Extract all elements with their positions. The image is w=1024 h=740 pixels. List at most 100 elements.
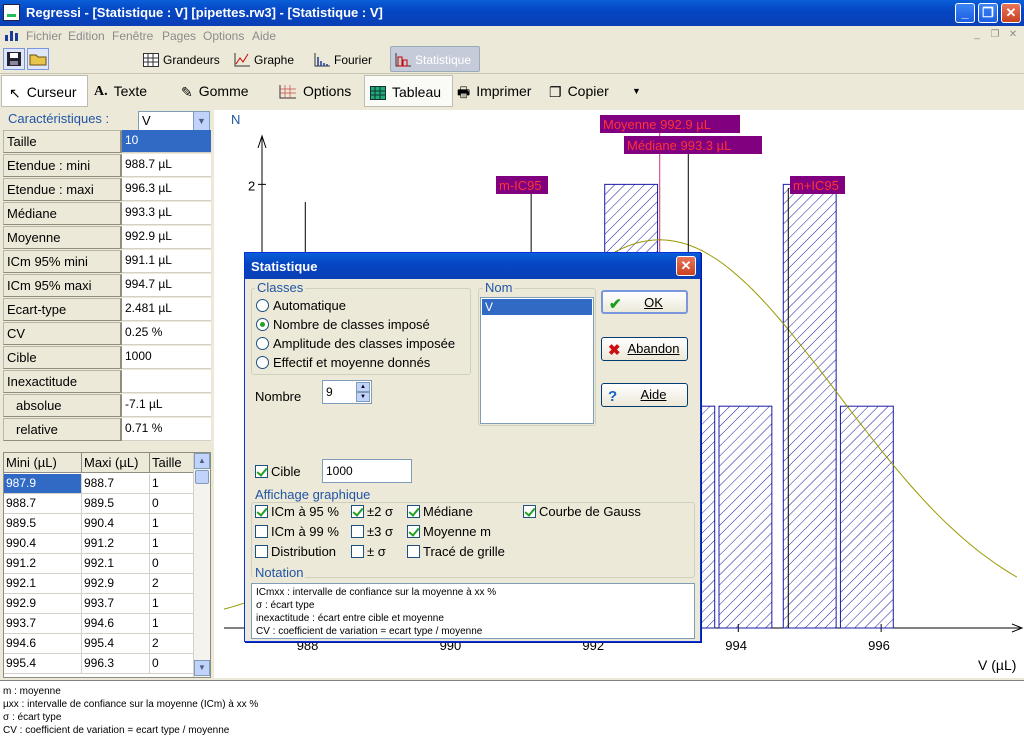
spin-up-icon[interactable]: ▲ — [356, 382, 370, 392]
checkbox-icon[interactable] — [351, 525, 364, 538]
table-row[interactable]: 988.7 989.5 0 — [4, 494, 194, 514]
table-cell[interactable]: 993.7 — [4, 614, 82, 634]
radio-automatique[interactable]: Automatique — [256, 298, 346, 314]
checkbox-icon[interactable] — [407, 545, 420, 558]
table-cell[interactable]: 1 — [150, 534, 194, 554]
checkbox-icon[interactable] — [255, 545, 268, 558]
stat-row[interactable]: Ecart-type 2.481 µL — [3, 298, 211, 322]
table-row[interactable]: 994.6 995.4 2 — [4, 634, 194, 654]
col-header-maxi[interactable]: Maxi (µL) — [82, 453, 150, 473]
stat-value[interactable]: 988.7 µL — [122, 154, 211, 177]
table-cell[interactable]: 991.2 — [82, 534, 150, 554]
table-cell[interactable]: 1 — [150, 614, 194, 634]
radio-checked-icon[interactable] — [256, 318, 269, 331]
table-cell[interactable]: 989.5 — [4, 514, 82, 534]
stat-value[interactable]: -7.1 µL — [122, 394, 211, 417]
stat-value[interactable]: 0.25 % — [122, 322, 211, 345]
nom-list[interactable]: V — [480, 297, 594, 424]
grandeurs-button[interactable]: Grandeurs — [143, 47, 220, 71]
table-cell[interactable]: 989.5 — [82, 494, 150, 514]
stat-value[interactable] — [122, 370, 211, 393]
check-grille[interactable]: Tracé de grille — [407, 544, 505, 560]
stat-value[interactable]: 993.3 µL — [122, 202, 211, 225]
stat-row[interactable]: Cible 1000 — [3, 346, 211, 370]
stat-row[interactable]: Etendue : maxi 996.3 µL — [3, 178, 211, 202]
table-row[interactable]: 990.4 991.2 1 — [4, 534, 194, 554]
table-cell[interactable]: 994.6 — [4, 634, 82, 654]
graphe-button[interactable]: Graphe — [234, 47, 294, 71]
radio-nombre-classes[interactable]: Nombre de classes imposé — [256, 317, 430, 333]
abandon-button[interactable]: ✖ Abandon — [601, 337, 688, 361]
nombre-spinner[interactable]: 9 ▲ ▼ — [322, 380, 372, 404]
dialog-close-button[interactable]: ✕ — [676, 256, 696, 276]
table-row[interactable]: 995.4 996.3 0 — [4, 654, 194, 674]
curseur-button[interactable]: ↖ Curseur — [1, 75, 88, 107]
check-pms[interactable]: ± σ — [351, 544, 386, 560]
table-cell[interactable]: 2 — [150, 574, 194, 594]
check-gauss[interactable]: Courbe de Gauss — [523, 504, 641, 520]
stat-value[interactable]: 992.9 µL — [122, 226, 211, 249]
table-cell[interactable]: 992.1 — [4, 574, 82, 594]
checkbox-icon[interactable] — [255, 505, 268, 518]
class-table-scrollbar[interactable]: ▲ ▼ — [193, 453, 210, 677]
scroll-down-icon[interactable]: ▼ — [194, 660, 210, 676]
scroll-thumb[interactable] — [195, 470, 209, 484]
check-mediane[interactable]: Médiane — [407, 504, 473, 520]
checkbox-icon[interactable] — [407, 525, 420, 538]
table-cell[interactable]: 1 — [150, 594, 194, 614]
checkbox-icon[interactable] — [255, 465, 268, 478]
table-cell[interactable]: 994.6 — [82, 614, 150, 634]
stat-row[interactable]: ICm 95% mini 991.1 µL — [3, 250, 211, 274]
check-icm95[interactable]: ICm à 95 % — [255, 504, 339, 520]
mdi-minimize-icon[interactable]: _ — [970, 29, 984, 41]
close-button[interactable]: ✕ — [1001, 3, 1021, 23]
save-icon[interactable] — [3, 48, 25, 70]
check-pm2s[interactable]: ±2 σ — [351, 504, 393, 520]
table-row[interactable]: 992.1 992.9 2 — [4, 574, 194, 594]
stat-value[interactable]: 994.7 µL — [122, 274, 211, 297]
table-cell[interactable]: 995.4 — [82, 634, 150, 654]
stat-row[interactable]: CV 0.25 % — [3, 322, 211, 346]
stat-row[interactable]: Inexactitude — [3, 370, 211, 394]
stat-row[interactable]: relative 0.71 % — [3, 418, 211, 442]
checkbox-icon[interactable] — [351, 545, 364, 558]
radio-icon[interactable] — [256, 356, 269, 369]
cible-checkbox[interactable]: Cible — [255, 464, 301, 480]
toolbar-dropdown-icon[interactable]: ▼ — [632, 75, 641, 107]
table-cell[interactable]: 987.9 — [4, 474, 82, 494]
table-cell[interactable]: 1 — [150, 514, 194, 534]
class-table[interactable]: Mini (µL) Maxi (µL) Taille 987.9 988.7 1 98… — [3, 452, 211, 678]
table-cell[interactable]: 0 — [150, 554, 194, 574]
check-distribution[interactable]: Distribution — [255, 544, 336, 560]
table-cell[interactable]: 993.7 — [82, 594, 150, 614]
table-cell[interactable]: 988.7 — [4, 494, 82, 514]
stat-row[interactable]: absolue -7.1 µL — [3, 394, 211, 418]
table-cell[interactable]: 992.9 — [4, 594, 82, 614]
check-icm99[interactable]: ICm à 99 % — [255, 524, 339, 540]
checkbox-icon[interactable] — [523, 505, 536, 518]
table-cell[interactable]: 990.4 — [4, 534, 82, 554]
menu-pages[interactable]: Pages — [162, 29, 196, 43]
table-row[interactable]: 989.5 990.4 1 — [4, 514, 194, 534]
table-cell[interactable]: 996.3 — [82, 654, 150, 674]
col-header-taille[interactable]: Taille — [150, 453, 194, 473]
menu-fichier[interactable]: Fichier — [26, 29, 62, 43]
variable-select[interactable]: V ▼ — [138, 111, 210, 131]
stat-value[interactable]: 991.1 µL — [122, 250, 211, 273]
stat-row[interactable]: Moyenne 992.9 µL — [3, 226, 211, 250]
table-cell[interactable]: 988.7 — [82, 474, 150, 494]
stat-row[interactable]: Etendue : mini 988.7 µL — [3, 154, 211, 178]
restore-button[interactable]: ❐ — [978, 3, 998, 23]
table-cell[interactable]: 0 — [150, 654, 194, 674]
check-moyenne[interactable]: Moyenne m — [407, 524, 491, 540]
cible-input[interactable]: 1000 — [322, 459, 412, 483]
table-cell[interactable]: 2 — [150, 634, 194, 654]
stat-value[interactable]: 10 — [122, 130, 211, 153]
chevron-down-icon[interactable]: ▼ — [193, 112, 209, 130]
menu-edition[interactable]: Edition — [68, 29, 105, 43]
stat-value[interactable]: 0.71 % — [122, 418, 211, 441]
radio-icon[interactable] — [256, 299, 269, 312]
tableau-button[interactable]: Tableau — [364, 75, 453, 107]
spin-down-icon[interactable]: ▼ — [356, 392, 370, 402]
aide-button[interactable]: ? Aide — [601, 383, 688, 407]
